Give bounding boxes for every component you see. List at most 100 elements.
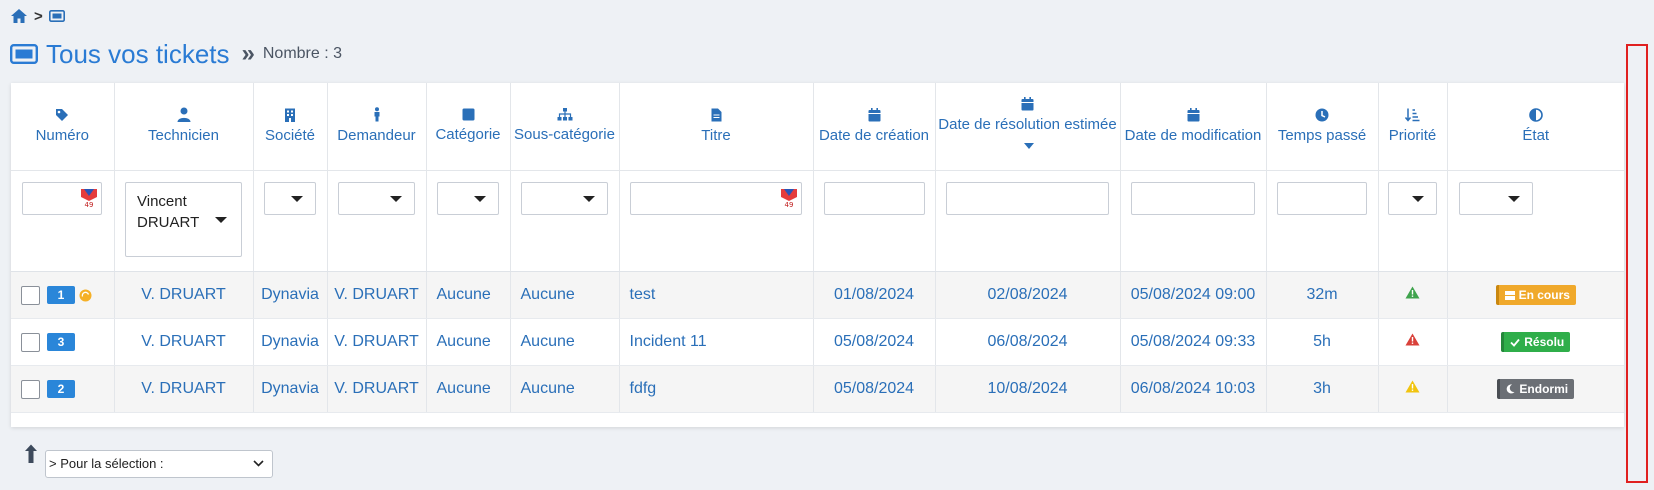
col-label: Demandeur [337, 127, 416, 144]
date-modification-filter-input[interactable] [1131, 182, 1255, 215]
col-label: Société [264, 126, 316, 144]
technicien-cell: V. DRUART [114, 318, 254, 366]
chevron-down-icon [1412, 196, 1424, 202]
col-demandeur[interactable]: Demandeur [327, 83, 427, 171]
categorie-cell: Aucune [426, 365, 511, 413]
temps-passe-filter-input[interactable] [1277, 182, 1367, 215]
sort-icon [1405, 108, 1420, 122]
col-label: État [1522, 126, 1550, 144]
sous-categorie-cell: Aucune [510, 271, 620, 319]
temps-passe-cell: 32m [1266, 271, 1379, 319]
filter-badge-icon: 49 [81, 189, 98, 208]
ticket-number-badge[interactable]: 3 [47, 333, 75, 351]
titre-link[interactable]: fdfg [619, 365, 814, 413]
status-label: Résolu [1524, 335, 1565, 349]
col-technicien[interactable]: Technicien [114, 83, 254, 171]
societe-filter-select[interactable] [264, 182, 316, 215]
filter-row: 49 Vincent DRUART 49 [11, 170, 1624, 272]
col-etat[interactable]: État [1447, 83, 1624, 171]
col-sous-categorie[interactable]: Sous-catégorie [510, 83, 620, 171]
home-icon[interactable] [10, 8, 28, 24]
titre-link[interactable]: test [619, 271, 814, 319]
user-icon [177, 107, 190, 122]
date-resolution-filter-input[interactable] [946, 182, 1109, 215]
table-row[interactable]: 1 V. DRUART Dynavia V. DRUART Aucune Auc… [11, 271, 1624, 319]
numero-filter-input[interactable]: 49 [22, 182, 103, 215]
demandeur-filter-select[interactable] [338, 182, 415, 215]
categorie-cell: Aucune [426, 318, 511, 366]
col-label: Technicien [148, 127, 219, 144]
col-priorite[interactable]: Priorité [1378, 83, 1448, 171]
col-date-modification[interactable]: Date de modification [1120, 83, 1267, 171]
technicien-filter-value: Vincent DRUART [137, 193, 200, 231]
col-date-creation[interactable]: Date de création [813, 83, 936, 171]
societe-cell: Dynavia [253, 318, 328, 366]
col-label: Catégorie [435, 126, 501, 143]
row-checkbox[interactable] [21, 379, 40, 399]
chevron-down-icon [583, 196, 595, 202]
status-badge: En cours [1495, 285, 1576, 305]
bulk-action-select[interactable]: > Pour la sélection : [45, 450, 273, 478]
person-icon [374, 107, 379, 122]
temps-passe-cell: 5h [1266, 318, 1379, 366]
chevron-down-icon [253, 460, 264, 467]
temps-passe-cell: 3h [1266, 365, 1379, 413]
chevron-down-icon [291, 196, 303, 202]
date-modification-cell: 05/08/2024 09:00 [1120, 271, 1267, 319]
filter-badge-icon: 49 [781, 189, 797, 208]
chevron-down-icon [215, 217, 227, 223]
date-creation-filter-input[interactable] [823, 182, 925, 215]
tickets-table: Numéro Technicien Société Demandeur Caté… [11, 83, 1624, 413]
priority-warning-icon [1405, 286, 1420, 299]
ticket-number-badge[interactable]: 1 [47, 286, 75, 304]
etat-filter-select[interactable] [1458, 182, 1533, 215]
date-modification-cell: 05/08/2024 09:33 [1120, 318, 1267, 366]
col-label: Titre [701, 126, 731, 144]
status-label: Endormi [1519, 382, 1569, 396]
status-badge: Résolu [1501, 332, 1571, 352]
col-categorie[interactable]: Catégorie [426, 83, 511, 171]
col-societe[interactable]: Société [253, 83, 328, 171]
col-date-resolution[interactable]: Date de résolution estimée [935, 83, 1121, 171]
date-creation-cell: 05/08/2024 [813, 365, 936, 413]
breadcrumb: > [10, 6, 65, 26]
square-icon [462, 108, 474, 121]
tickets-table-card: Numéro Technicien Société Demandeur Caté… [11, 83, 1624, 427]
priorite-filter-select[interactable] [1388, 182, 1437, 215]
bulk-action-bar: > Pour la sélection : [24, 444, 273, 478]
demandeur-cell: V. DRUART [327, 318, 427, 366]
date-resolution-cell: 06/08/2024 [935, 318, 1121, 366]
titre-link[interactable]: Incident 11 [619, 318, 814, 366]
row-checkbox[interactable] [21, 332, 40, 352]
categorie-cell: Aucune [426, 271, 511, 319]
categorie-filter-select[interactable] [437, 182, 499, 215]
col-temps-passe[interactable]: Temps passé [1266, 83, 1379, 171]
col-numero[interactable]: Numéro [11, 83, 115, 171]
titre-filter-input[interactable]: 49 [630, 182, 802, 215]
date-resolution-cell: 10/08/2024 [935, 365, 1121, 413]
ticket-number-badge[interactable]: 2 [47, 380, 75, 398]
filter-badge-text: 49 [85, 201, 94, 208]
breadcrumb-separator: > [34, 7, 43, 25]
col-titre[interactable]: Titre [619, 83, 814, 171]
table-row[interactable]: 3 V. DRUART Dynavia V. DRUART Aucune Auc… [11, 318, 1624, 366]
arrow-up-icon [25, 444, 37, 463]
date-resolution-cell: 02/08/2024 [935, 271, 1121, 319]
status-label: En cours [1518, 288, 1570, 302]
sous-categorie-filter-select[interactable] [521, 182, 608, 215]
col-label: Temps passé [1277, 126, 1367, 144]
sort-down-icon[interactable] [1023, 143, 1034, 150]
table-row[interactable]: 2 V. DRUART Dynavia V. DRUART Aucune Auc… [11, 365, 1624, 413]
ticket-icon[interactable] [48, 10, 65, 22]
demandeur-cell: V. DRUART [327, 271, 427, 319]
societe-cell: Dynavia [253, 271, 328, 319]
technicien-cell: V. DRUART [114, 271, 254, 319]
tag-icon [56, 108, 69, 121]
sous-categorie-cell: Aucune [510, 365, 620, 413]
sitemap-icon [557, 108, 572, 121]
ticket-count: Nombre : 3 [262, 45, 343, 62]
file-icon [711, 108, 721, 121]
row-checkbox[interactable] [21, 285, 40, 305]
technicien-filter-select[interactable]: Vincent DRUART [125, 182, 242, 257]
server-icon [1504, 290, 1515, 300]
